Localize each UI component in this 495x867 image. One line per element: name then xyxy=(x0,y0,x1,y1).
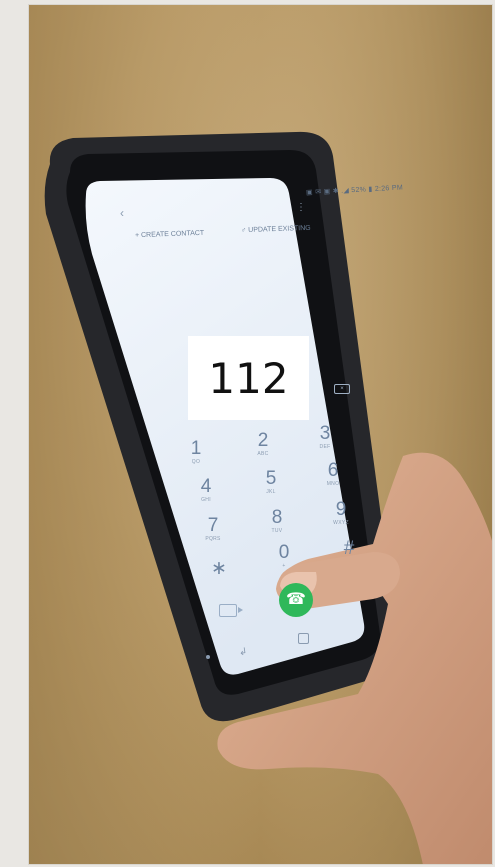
key-digit: 4 xyxy=(200,476,212,497)
key-6[interactable]: 6 MNO xyxy=(318,460,348,488)
key-7[interactable]: 7 PQRS xyxy=(198,515,228,543)
key-letters: DEF xyxy=(319,444,331,450)
key-star[interactable]: ∗ xyxy=(204,559,234,579)
key-letters: JKL xyxy=(266,489,276,495)
key-5[interactable]: 5 JKL xyxy=(256,468,286,496)
key-letters: MNO xyxy=(326,481,340,487)
key-1[interactable]: 1 QO xyxy=(181,438,211,466)
nav-dot-icon xyxy=(206,655,210,659)
key-digit: 1 xyxy=(190,438,202,459)
key-digit: 0 xyxy=(278,542,290,563)
photo: ▣ ✉ ▣ ✱ .◢ 52% ▮ 2:26 PM ‹ ⋮ + CREATE CO… xyxy=(28,4,493,865)
key-letters: TUV xyxy=(271,528,283,534)
key-digit: 5 xyxy=(265,468,277,489)
create-contact-button[interactable]: + CREATE CONTACT xyxy=(135,230,204,239)
key-letters: ABC xyxy=(257,451,269,457)
key-letters: GHI xyxy=(201,497,211,503)
update-existing-button[interactable]: ♂ UPDATE EXISTING xyxy=(241,225,311,234)
backspace-icon[interactable]: × xyxy=(334,384,350,394)
dialed-number: 112 xyxy=(188,336,309,420)
key-2[interactable]: 2 ABC xyxy=(248,430,278,458)
key-digit: 8 xyxy=(271,507,283,528)
dialer-screen: ▣ ✉ ▣ ✱ .◢ 52% ▮ 2:26 PM ‹ ⋮ + CREATE CO… xyxy=(28,4,493,865)
key-digit: # xyxy=(343,538,355,559)
key-digit: 2 xyxy=(257,430,269,451)
key-letters: WXYZ xyxy=(333,520,349,526)
call-button[interactable]: ☎ xyxy=(279,583,313,617)
key-digit: 6 xyxy=(327,460,339,481)
key-letters: + xyxy=(282,563,286,569)
key-8[interactable]: 8 TUV xyxy=(262,507,292,535)
key-digit: 7 xyxy=(207,515,219,536)
key-digit: 9 xyxy=(335,499,347,520)
back-icon[interactable]: ‹ xyxy=(120,206,124,220)
key-4[interactable]: 4 GHI xyxy=(191,476,221,504)
more-icon[interactable]: ⋮ xyxy=(296,202,306,213)
key-letters: QO xyxy=(191,459,201,465)
key-9[interactable]: 9 WXYZ xyxy=(326,499,356,527)
key-letters: PQRS xyxy=(205,536,221,542)
phone-icon: ☎ xyxy=(286,591,306,608)
recent-apps-icon[interactable]: ↲ xyxy=(238,646,248,658)
key-3[interactable]: 3 DEF xyxy=(310,423,340,451)
status-bar: ▣ ✉ ▣ ✱ .◢ 52% ▮ 2:26 PM xyxy=(305,184,404,197)
key-digit: ∗ xyxy=(211,558,227,579)
home-icon[interactable] xyxy=(298,633,309,644)
video-call-icon[interactable] xyxy=(219,604,243,617)
key-hash[interactable]: # xyxy=(334,539,364,559)
key-digit: 3 xyxy=(319,423,331,444)
key-0[interactable]: 0 + xyxy=(269,542,299,570)
